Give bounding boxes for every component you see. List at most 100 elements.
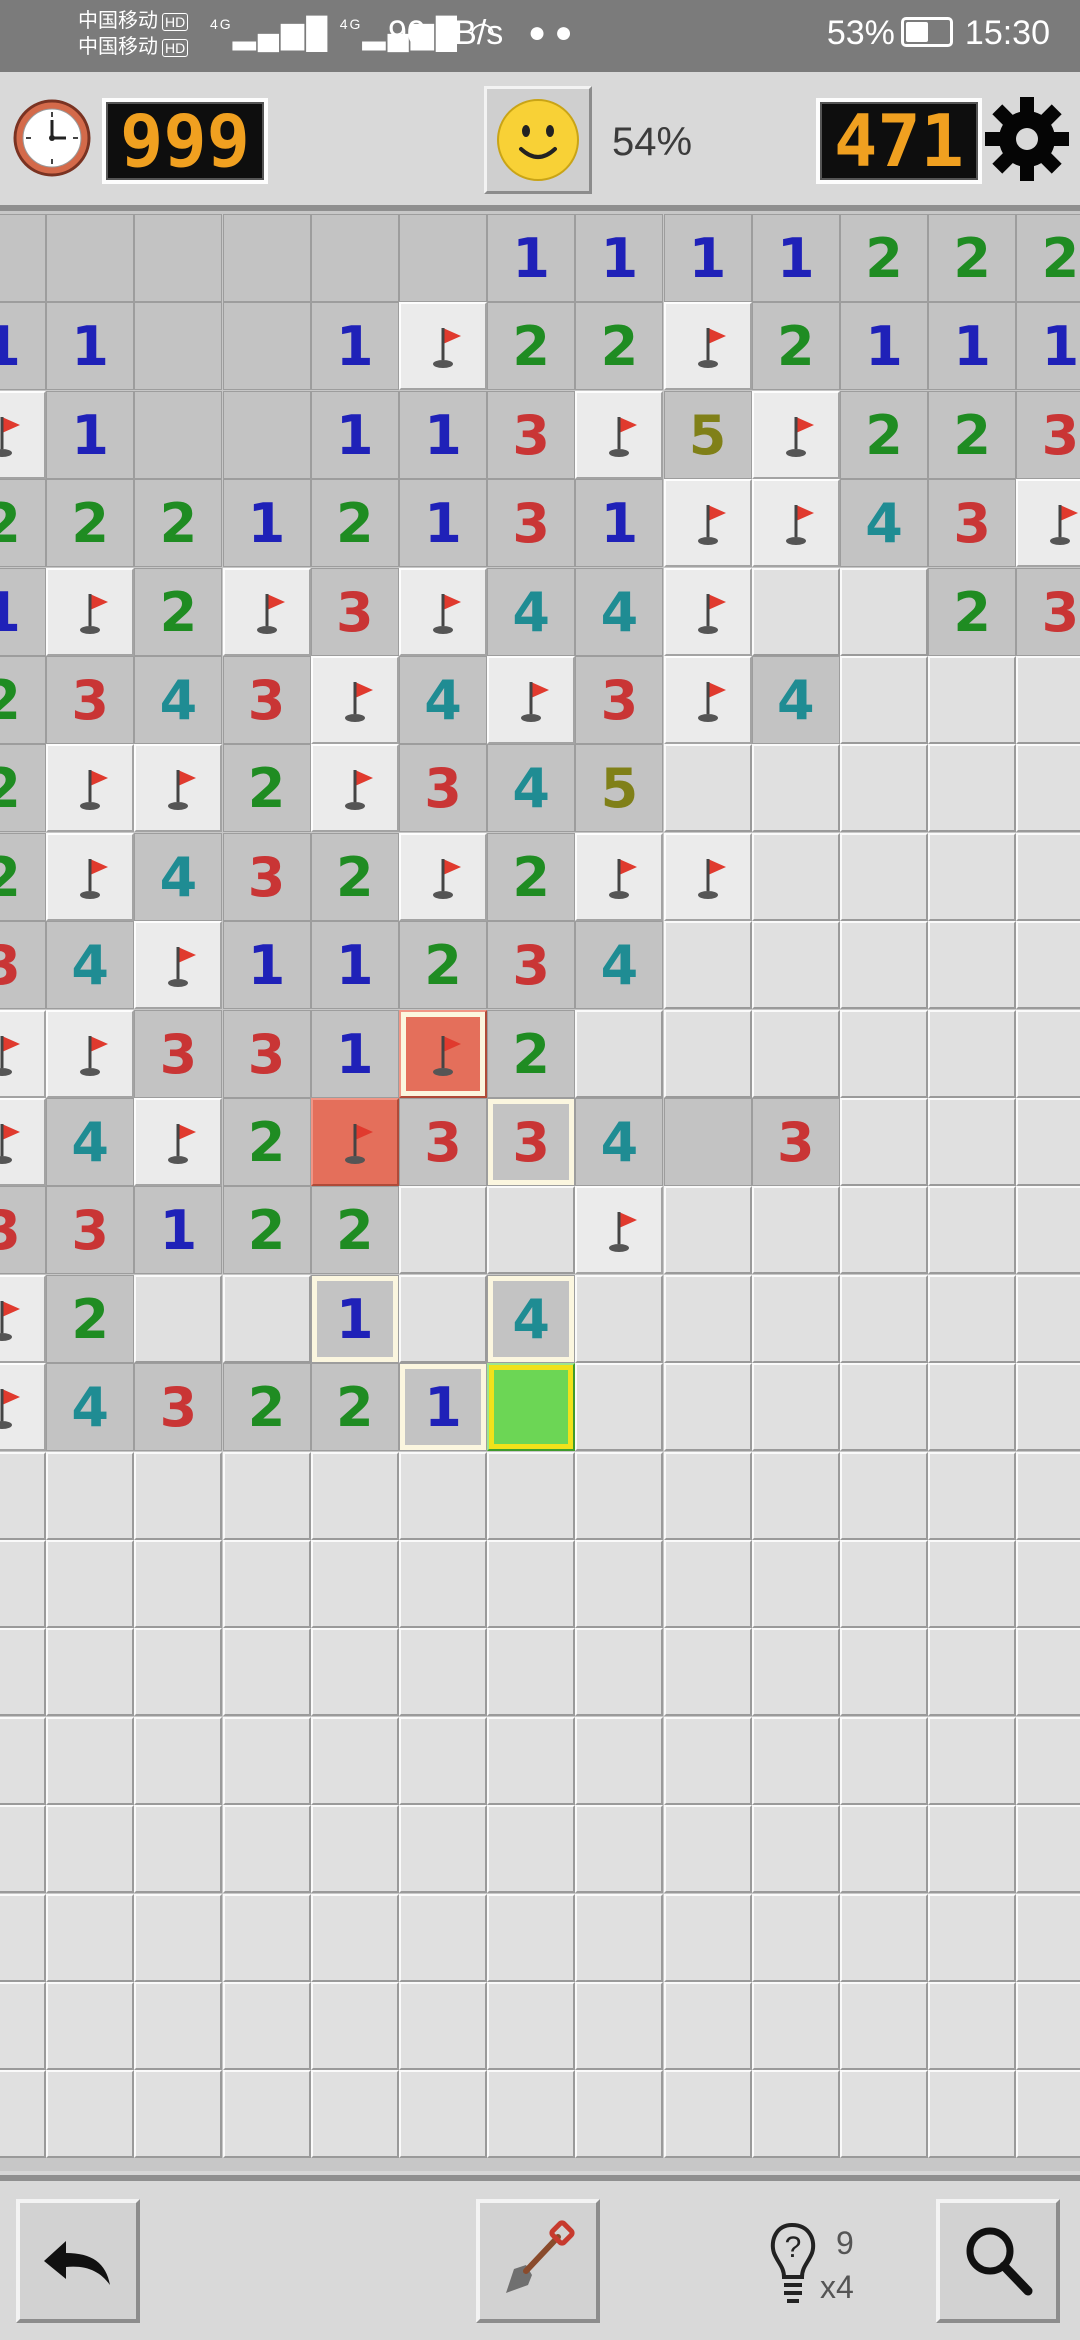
hidden-cell[interactable] <box>134 2070 223 2159</box>
revealed-cell[interactable]: 1 <box>1016 302 1080 391</box>
flagged-cell[interactable] <box>222 567 311 656</box>
hidden-cell[interactable] <box>928 1451 1017 1540</box>
flagged-cell[interactable] <box>399 832 487 921</box>
hidden-cell[interactable] <box>840 1893 928 1982</box>
hidden-cell[interactable] <box>46 1451 135 1540</box>
hidden-cell[interactable] <box>134 1451 223 1540</box>
hidden-cell[interactable] <box>46 2070 135 2159</box>
revealed-cell[interactable]: 2 <box>0 744 46 833</box>
revealed-cell[interactable]: 2 <box>928 390 1017 479</box>
revealed-cell[interactable]: 1 <box>310 390 399 479</box>
revealed-cell[interactable]: 2 <box>310 832 399 921</box>
revealed-cell[interactable]: 1 <box>487 214 576 302</box>
hidden-cell[interactable] <box>0 1451 46 1540</box>
revealed-cell[interactable]: 3 <box>487 479 576 568</box>
hidden-cell[interactable] <box>134 1893 223 1982</box>
hidden-cell[interactable] <box>399 1716 487 1805</box>
revealed-cell[interactable]: 1 <box>134 1186 223 1275</box>
revealed-cell[interactable]: 3 <box>399 744 487 833</box>
hidden-cell[interactable] <box>46 1805 135 1894</box>
minefield-board[interactable]: 1111222111222111111352232221213143123442… <box>0 211 1080 2171</box>
hidden-cell[interactable] <box>1016 1186 1080 1275</box>
hidden-cell[interactable] <box>575 1009 664 1098</box>
hidden-cell[interactable] <box>928 1274 1017 1363</box>
hidden-cell[interactable] <box>663 1540 752 1628</box>
revealed-cell[interactable]: 4 <box>487 744 576 833</box>
hidden-cell[interactable] <box>751 1805 840 1894</box>
hidden-cell[interactable] <box>1016 1716 1080 1805</box>
revealed-cell[interactable]: 3 <box>487 1098 576 1186</box>
hidden-cell[interactable] <box>222 1628 311 1717</box>
revealed-cell[interactable]: 2 <box>222 744 311 833</box>
revealed-cell[interactable]: 1 <box>0 302 46 391</box>
revealed-cell[interactable]: 3 <box>1016 390 1080 479</box>
flagged-cell[interactable] <box>663 832 752 921</box>
revealed-cell[interactable]: 2 <box>310 479 399 568</box>
hidden-cell[interactable] <box>751 1628 840 1717</box>
revealed-cell[interactable]: 4 <box>487 567 576 656</box>
empty-revealed-cell[interactable] <box>222 390 311 479</box>
revealed-cell[interactable]: 2 <box>840 214 928 302</box>
hidden-cell[interactable] <box>663 1009 752 1098</box>
hidden-cell[interactable] <box>751 1186 840 1275</box>
hidden-cell[interactable] <box>46 1628 135 1717</box>
hidden-cell[interactable] <box>575 2070 664 2159</box>
hidden-cell[interactable] <box>310 1540 399 1628</box>
hidden-cell[interactable] <box>487 1982 576 2070</box>
revealed-cell[interactable]: 2 <box>46 479 135 568</box>
hidden-cell[interactable] <box>1016 832 1080 921</box>
gear-icon[interactable] <box>984 96 1070 182</box>
revealed-cell[interactable]: 1 <box>310 1009 399 1098</box>
revealed-cell[interactable]: 1 <box>310 302 399 391</box>
flagged-cell[interactable] <box>575 832 664 921</box>
empty-revealed-cell[interactable] <box>134 302 223 391</box>
empty-revealed-cell[interactable] <box>0 214 46 302</box>
revealed-cell[interactable]: 1 <box>0 567 46 656</box>
cursor-cell[interactable] <box>487 1363 576 1452</box>
revealed-cell[interactable]: 2 <box>134 479 223 568</box>
hidden-cell[interactable] <box>751 921 840 1010</box>
zoom-button[interactable] <box>936 2199 1060 2323</box>
hidden-cell[interactable] <box>310 1451 399 1540</box>
hidden-cell[interactable] <box>399 1982 487 2070</box>
flagged-cell[interactable] <box>575 1186 664 1275</box>
revealed-cell[interactable]: 3 <box>487 390 576 479</box>
revealed-cell[interactable]: 2 <box>222 1186 311 1275</box>
revealed-cell[interactable]: 2 <box>0 479 46 568</box>
hidden-cell[interactable] <box>928 1805 1017 1894</box>
hidden-cell[interactable] <box>310 1716 399 1805</box>
hidden-cell[interactable] <box>751 1274 840 1363</box>
revealed-cell[interactable]: 1 <box>222 479 311 568</box>
hidden-cell[interactable] <box>222 1805 311 1894</box>
hidden-cell[interactable] <box>487 1186 576 1275</box>
flagged-cell[interactable] <box>46 744 135 833</box>
revealed-cell[interactable]: 3 <box>928 479 1017 568</box>
hidden-cell[interactable] <box>310 1893 399 1982</box>
hidden-cell[interactable] <box>928 1009 1017 1098</box>
hidden-cell[interactable] <box>840 1540 928 1628</box>
hidden-cell[interactable] <box>840 567 928 656</box>
hidden-cell[interactable] <box>0 1982 46 2070</box>
flagged-cell[interactable] <box>46 832 135 921</box>
hidden-cell[interactable] <box>840 1805 928 1894</box>
revealed-cell[interactable]: 3 <box>222 1009 311 1098</box>
hidden-cell[interactable] <box>663 921 752 1010</box>
flagged-cell[interactable] <box>310 744 399 833</box>
flagged-cell[interactable] <box>663 302 752 391</box>
hidden-cell[interactable] <box>399 1628 487 1717</box>
hidden-cell[interactable] <box>575 1451 664 1540</box>
hidden-cell[interactable] <box>0 1893 46 1982</box>
revealed-cell[interactable]: 1 <box>310 921 399 1010</box>
hidden-cell[interactable] <box>575 1805 664 1894</box>
hidden-cell[interactable] <box>487 1893 576 1982</box>
empty-revealed-cell[interactable] <box>222 214 311 302</box>
hidden-cell[interactable] <box>134 1982 223 2070</box>
hidden-cell[interactable] <box>1016 656 1080 744</box>
hidden-cell[interactable] <box>399 1451 487 1540</box>
hidden-cell[interactable] <box>840 921 928 1010</box>
hidden-cell[interactable] <box>928 1098 1017 1186</box>
revealed-cell[interactable]: 1 <box>222 921 311 1010</box>
revealed-cell[interactable]: 3 <box>46 1186 135 1275</box>
hidden-cell[interactable] <box>751 1451 840 1540</box>
hidden-cell[interactable] <box>840 1628 928 1717</box>
